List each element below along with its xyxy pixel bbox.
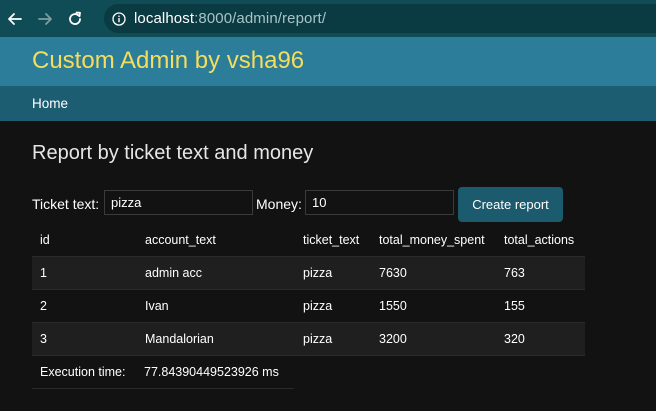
- table-row: 2 Ivan pizza 1550 155: [32, 289, 585, 323]
- report-form: Ticket text: Money: Create report: [32, 187, 652, 222]
- url-path: :8000/admin/report/: [194, 10, 327, 27]
- breadcrumb: Home: [0, 86, 656, 121]
- cell-account-text: Ivan: [137, 289, 295, 323]
- ticket-text-label: Ticket text:: [32, 196, 100, 212]
- cell-total-actions: 763: [496, 256, 585, 290]
- cell-ticket-text: pizza: [295, 289, 371, 323]
- execution-time-label: Execution time:: [40, 365, 126, 379]
- execution-time-row: Execution time: 77.84390449523926 ms: [32, 356, 294, 389]
- cell-account-text: admin acc: [137, 256, 295, 290]
- execution-time-value: 77.84390449523926 ms: [144, 365, 279, 379]
- column-header-id: id: [32, 223, 137, 257]
- url-host: localhost: [134, 10, 195, 27]
- report-table: id account_text ticket_text total_money_…: [32, 223, 585, 356]
- cell-id: 1: [32, 256, 137, 290]
- cell-ticket-text: pizza: [295, 256, 371, 290]
- page-title: Report by ticket text and money: [32, 142, 314, 164]
- cell-id: 2: [32, 289, 137, 323]
- ticket-text-input[interactable]: [104, 190, 253, 215]
- money-input[interactable]: [305, 190, 454, 215]
- money-label: Money:: [256, 196, 302, 212]
- admin-header: Custom Admin by vsha96: [0, 37, 656, 86]
- cell-total-money-spent: 3200: [371, 322, 496, 356]
- forward-arrow-icon[interactable]: [34, 8, 56, 30]
- create-report-button[interactable]: Create report: [458, 187, 563, 222]
- site-title[interactable]: Custom Admin by vsha96: [32, 47, 304, 75]
- column-header-account-text: account_text: [137, 223, 295, 257]
- column-header-total-money-spent: total_money_spent: [371, 223, 496, 257]
- reload-icon[interactable]: [64, 8, 86, 30]
- back-arrow-icon[interactable]: [4, 8, 26, 30]
- address-bar[interactable]: localhost:8000/admin/report/: [104, 4, 656, 33]
- cell-ticket-text: pizza: [295, 322, 371, 356]
- cell-account-text: Mandalorian: [137, 322, 295, 356]
- table-header-row: id account_text ticket_text total_money_…: [32, 223, 585, 257]
- breadcrumb-home-link[interactable]: Home: [32, 96, 68, 111]
- info-icon[interactable]: [112, 11, 126, 26]
- cell-id: 3: [32, 322, 137, 356]
- cell-total-money-spent: 1550: [371, 289, 496, 323]
- browser-toolbar: localhost:8000/admin/report/: [0, 0, 656, 37]
- cell-total-actions: 155: [496, 289, 585, 323]
- cell-total-actions: 320: [496, 322, 585, 356]
- column-header-total-actions: total_actions: [496, 223, 585, 257]
- table-row: 3 Mandalorian pizza 3200 320: [32, 322, 585, 356]
- table-row: 1 admin acc pizza 7630 763: [32, 256, 585, 290]
- column-header-ticket-text: ticket_text: [295, 223, 371, 257]
- url-text: localhost:8000/admin/report/: [134, 10, 326, 27]
- cell-total-money-spent: 7630: [371, 256, 496, 290]
